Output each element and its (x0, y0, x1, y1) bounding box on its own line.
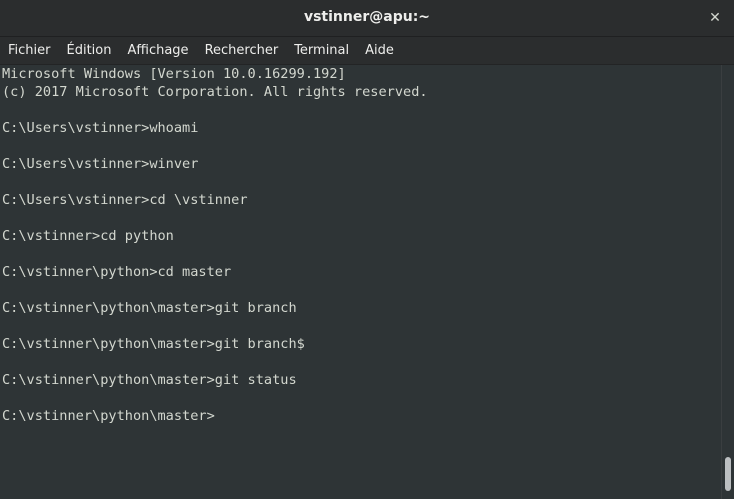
menu-aide[interactable]: Aide (357, 37, 402, 64)
terminal-window: vstinner@apu:~ ✕ Fichier Édition Afficha… (0, 0, 734, 499)
terminal-prompt: C:\vstinner\python\master> (2, 408, 215, 424)
terminal-line: Microsoft Windows [Version 10.0.16299.19… (2, 66, 346, 82)
menu-fichier[interactable]: Fichier (0, 37, 59, 64)
menu-edition[interactable]: Édition (59, 37, 120, 64)
title-bar[interactable]: vstinner@apu:~ ✕ (0, 0, 734, 37)
terminal-line: C:\vstinner\python>cd master (2, 264, 232, 280)
terminal-line: C:\Users\vstinner>winver (2, 156, 199, 172)
scrollbar-thumb[interactable] (725, 457, 731, 491)
close-icon: ✕ (709, 10, 721, 26)
menu-bar: Fichier Édition Affichage Rechercher Ter… (0, 37, 734, 65)
vertical-scrollbar[interactable] (721, 65, 734, 499)
window-title: vstinner@apu:~ (303, 9, 431, 25)
menu-terminal[interactable]: Terminal (286, 37, 357, 64)
terminal-line: (c) 2017 Microsoft Corporation. All righ… (2, 84, 428, 100)
menu-rechercher[interactable]: Rechercher (197, 37, 287, 64)
terminal-line: C:\Users\vstinner>whoami (2, 120, 199, 136)
terminal-prompt-line[interactable]: C:\vstinner\python\master> (0, 407, 722, 425)
terminal-line: C:\Users\vstinner>cd \vstinner (2, 192, 248, 208)
terminal-line: C:\vstinner>cd python (2, 228, 174, 244)
terminal-line: C:\vstinner\python\master>git status (2, 372, 297, 388)
text-cursor (215, 408, 223, 424)
menu-affichage[interactable]: Affichage (119, 37, 196, 64)
terminal-line: C:\vstinner\python\master>git branch (2, 300, 297, 316)
close-button[interactable]: ✕ (706, 9, 724, 27)
terminal-output[interactable]: Microsoft Windows [Version 10.0.16299.19… (0, 65, 722, 499)
terminal-line: C:\vstinner\python\master>git branch$ (2, 336, 305, 352)
